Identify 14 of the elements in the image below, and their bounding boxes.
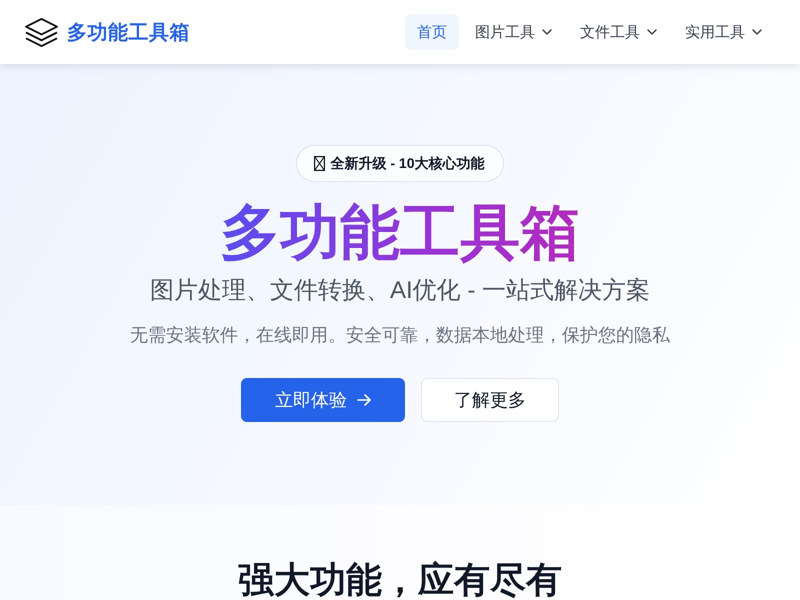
site-logo-text[interactable]: 多功能工具箱 [67, 18, 190, 46]
hero-description: 无需安装软件，在线即用。安全可靠，数据本地处理，保护您的隐私 [130, 324, 670, 347]
arrow-right-icon [357, 394, 371, 406]
crossed-box-icon [314, 156, 326, 171]
hero-subtitle: 图片处理、文件转换、AI优化 - 一站式解决方案 [150, 276, 650, 306]
learn-more-button[interactable]: 了解更多 [421, 378, 559, 422]
nav-tab[interactable]: 实用工具 [673, 14, 774, 50]
layers-icon [24, 16, 59, 48]
badge-text: 全新升级 - 10大核心功能 [330, 154, 484, 172]
nav-tab[interactable]: 文件工具 [568, 14, 669, 50]
nav-tab[interactable]: 首页 [405, 14, 459, 50]
start-button[interactable]: 立即体验 [241, 378, 405, 422]
section-heading: 强大功能，应有尽有 [238, 560, 562, 600]
nav-tab[interactable]: 图片工具 [463, 14, 564, 50]
